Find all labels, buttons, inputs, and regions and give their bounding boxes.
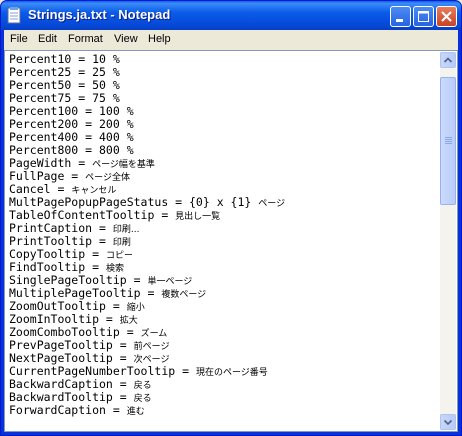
thumb-grip: [445, 139, 452, 140]
thumb-grip: [445, 143, 452, 144]
text-line: ForwardCaption = 進む: [9, 403, 145, 418]
line-key: ForwardCaption =: [9, 403, 127, 417]
line-key: Percent200 = 200 %: [9, 117, 134, 131]
menu-help[interactable]: Help: [148, 33, 171, 45]
line-key: BackwardCaption =: [9, 377, 134, 391]
line-key: CurrentPageNumberTooltip =: [9, 364, 196, 378]
close-button[interactable]: [436, 6, 457, 27]
line-value: ページ幅を基準: [92, 160, 155, 170]
line-key: Percent75 = 75 %: [9, 91, 120, 105]
line-value: 進む: [126, 407, 145, 417]
line-value: ページ全体: [85, 173, 130, 183]
line-key: MultPagePopupPageStatus = {0} x {1}: [9, 195, 259, 209]
notepad-icon: [7, 7, 21, 24]
line-value: ズーム: [140, 329, 168, 339]
scroll-down-button[interactable]: [440, 414, 456, 430]
line-key: TableOfContentTooltip =: [9, 208, 176, 222]
line-key: SinglePageTooltip =: [9, 273, 148, 287]
line-value: 前ページ: [133, 342, 170, 352]
line-key: PrintCaption =: [9, 221, 113, 235]
line-value: 見出し一覧: [175, 212, 221, 222]
line-key: PrevPageTooltip =: [9, 338, 134, 352]
menu-edit[interactable]: Edit: [38, 33, 57, 45]
menu-bar: File Edit Format View Help: [4, 30, 458, 50]
line-key: Percent25 = 25 %: [9, 65, 120, 79]
line-value: 戻る: [133, 394, 152, 404]
maximize-button[interactable]: [413, 6, 434, 27]
window-title: Strings.ja.txt - Notepad: [28, 7, 171, 22]
menu-format[interactable]: Format: [68, 33, 103, 45]
line-value: 現在のページ番号: [195, 368, 268, 378]
arrow-down-icon: [443, 419, 453, 426]
line-key: BackwardTooltip =: [9, 390, 134, 404]
thumb-grip: [445, 141, 452, 142]
title-bar[interactable]: Strings.ja.txt - Notepad: [1, 1, 461, 30]
close-icon: [441, 11, 452, 22]
text-content[interactable]: Percent10 = 10 % Percent25 = 25 % Percent5…: [7, 53, 440, 429]
thumb-grip: [445, 137, 452, 138]
maximize-icon: [418, 11, 429, 22]
line-key: FullPage =: [9, 169, 86, 183]
line-key: ZoomInTooltip =: [9, 312, 120, 326]
notepad-window: Strings.ja.txt - Notepad File Edit Forma…: [0, 0, 462, 436]
line-value: ページ: [258, 199, 286, 209]
menu-file[interactable]: File: [10, 33, 28, 45]
line-value: 縮小: [126, 303, 145, 313]
line-key: PrintTooltip =: [9, 234, 113, 248]
scroll-thumb[interactable]: [440, 77, 456, 205]
line-key: ZoomOutTooltip =: [9, 299, 127, 313]
line-value: 複数ページ: [161, 290, 207, 300]
scroll-up-button[interactable]: [440, 52, 456, 68]
line-key: NextPageTooltip =: [9, 351, 134, 365]
line-key: Cancel =: [9, 182, 72, 196]
line-key: ZoomComboTooltip =: [9, 325, 141, 339]
line-value: 戻る: [133, 381, 152, 391]
line-value: コピー: [105, 251, 133, 261]
menu-view[interactable]: View: [114, 33, 138, 45]
minimize-button[interactable]: [390, 6, 411, 27]
line-key: CopyTooltip =: [9, 247, 106, 261]
line-key: PageWidth =: [9, 156, 93, 170]
line-key: Percent800 = 800 %: [9, 143, 134, 157]
arrow-up-icon: [443, 57, 453, 63]
line-key: Percent400 = 400 %: [9, 130, 134, 144]
line-key: Percent50 = 50 %: [9, 78, 120, 92]
line-value: 印刷...: [112, 225, 140, 235]
line-key: FindTooltip =: [9, 260, 106, 274]
text-editor[interactable]: Percent10 = 10 % Percent25 = 25 % Percent5…: [4, 50, 458, 432]
line-key: MultiplePageTooltip =: [9, 286, 162, 300]
line-value: 印刷: [112, 238, 131, 248]
minimize-icon: [396, 19, 403, 22]
vertical-scrollbar[interactable]: [440, 52, 456, 430]
line-key: Percent100 = 100 %: [9, 104, 134, 118]
